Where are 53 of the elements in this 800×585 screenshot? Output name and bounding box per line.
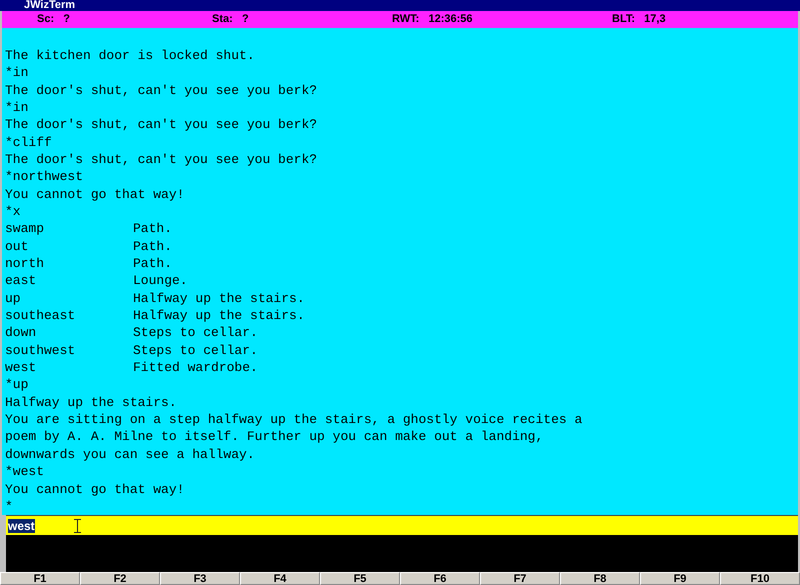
status-field: Sta: ? [212, 13, 392, 26]
exit-destination: Halfway up the stairs. [133, 307, 305, 324]
output-line: *northwest [5, 168, 84, 186]
function-key[interactable]: F8 [560, 572, 640, 585]
function-key[interactable]: F3 [160, 572, 240, 585]
output-line: Halfway up the stairs. [5, 394, 178, 412]
function-key[interactable]: F4 [240, 572, 320, 585]
exit-destination: Steps to cellar. [133, 324, 258, 342]
exit-direction: southeast [5, 307, 76, 324]
output-line: You cannot go that way! [5, 186, 186, 203]
text-cursor-icon [74, 518, 81, 533]
output-line: *west [5, 463, 46, 480]
output-line: *in [5, 64, 30, 82]
exit-direction: east [5, 272, 38, 290]
command-field[interactable]: west [6, 518, 68, 533]
exit-direction: southwest [5, 342, 76, 360]
output-line: You are sitting on a step halfway up the stairs, a ghostly voice recites a [5, 411, 584, 428]
exit-direction: north [5, 255, 46, 272]
output-line: The door's shut, can't you see you berk? [5, 82, 318, 99]
output-line: The kitchen door is locked shut. [5, 46, 256, 64]
output-line: You cannot go that way! [5, 480, 186, 498]
exit-destination: Lounge. [133, 272, 188, 290]
function-key[interactable]: F2 [80, 572, 160, 585]
output-line: The door's shut, can't you see you berk? [5, 116, 318, 134]
window-title: JWizTerm [24, 0, 76, 11]
exit-direction: west [5, 359, 38, 376]
exit-destination: Path. [133, 255, 172, 272]
exit-destination: Steps to cellar. [133, 342, 258, 360]
function-key[interactable]: F7 [480, 572, 560, 585]
exit-direction: down [5, 324, 38, 342]
exit-destination: Fitted wardrobe. [133, 359, 258, 376]
exit-destination: Path. [133, 220, 172, 238]
output-line: downwards you can see a hallway. [5, 446, 256, 464]
output-line: *in [5, 98, 30, 116]
function-key[interactable]: F1 [0, 572, 80, 585]
output-line: *x [5, 203, 22, 220]
function-key[interactable]: F9 [640, 572, 720, 585]
function-key[interactable]: F6 [400, 572, 480, 585]
exit-destination: Halfway up the stairs. [133, 290, 305, 308]
exit-destination: Path. [133, 238, 172, 256]
output-line: *up [5, 376, 30, 394]
exit-direction: out [5, 238, 30, 256]
status-field: BLT: 17,3 [612, 13, 666, 26]
output-line: The door's shut, can't you see you berk? [5, 150, 318, 168]
output-line: poem by A. A. Milne to itself. Further up you can make out a landing, [5, 428, 544, 446]
status-field: Sc: ? [37, 13, 212, 26]
output-line: *cliff [5, 134, 53, 151]
function-key[interactable]: F10 [720, 572, 800, 585]
exit-direction: swamp [5, 220, 46, 238]
output-line: * [5, 498, 14, 516]
function-key[interactable]: F5 [320, 572, 400, 585]
status-field: RWT: 12:36:56 [392, 13, 612, 26]
exit-direction: up [5, 290, 22, 308]
